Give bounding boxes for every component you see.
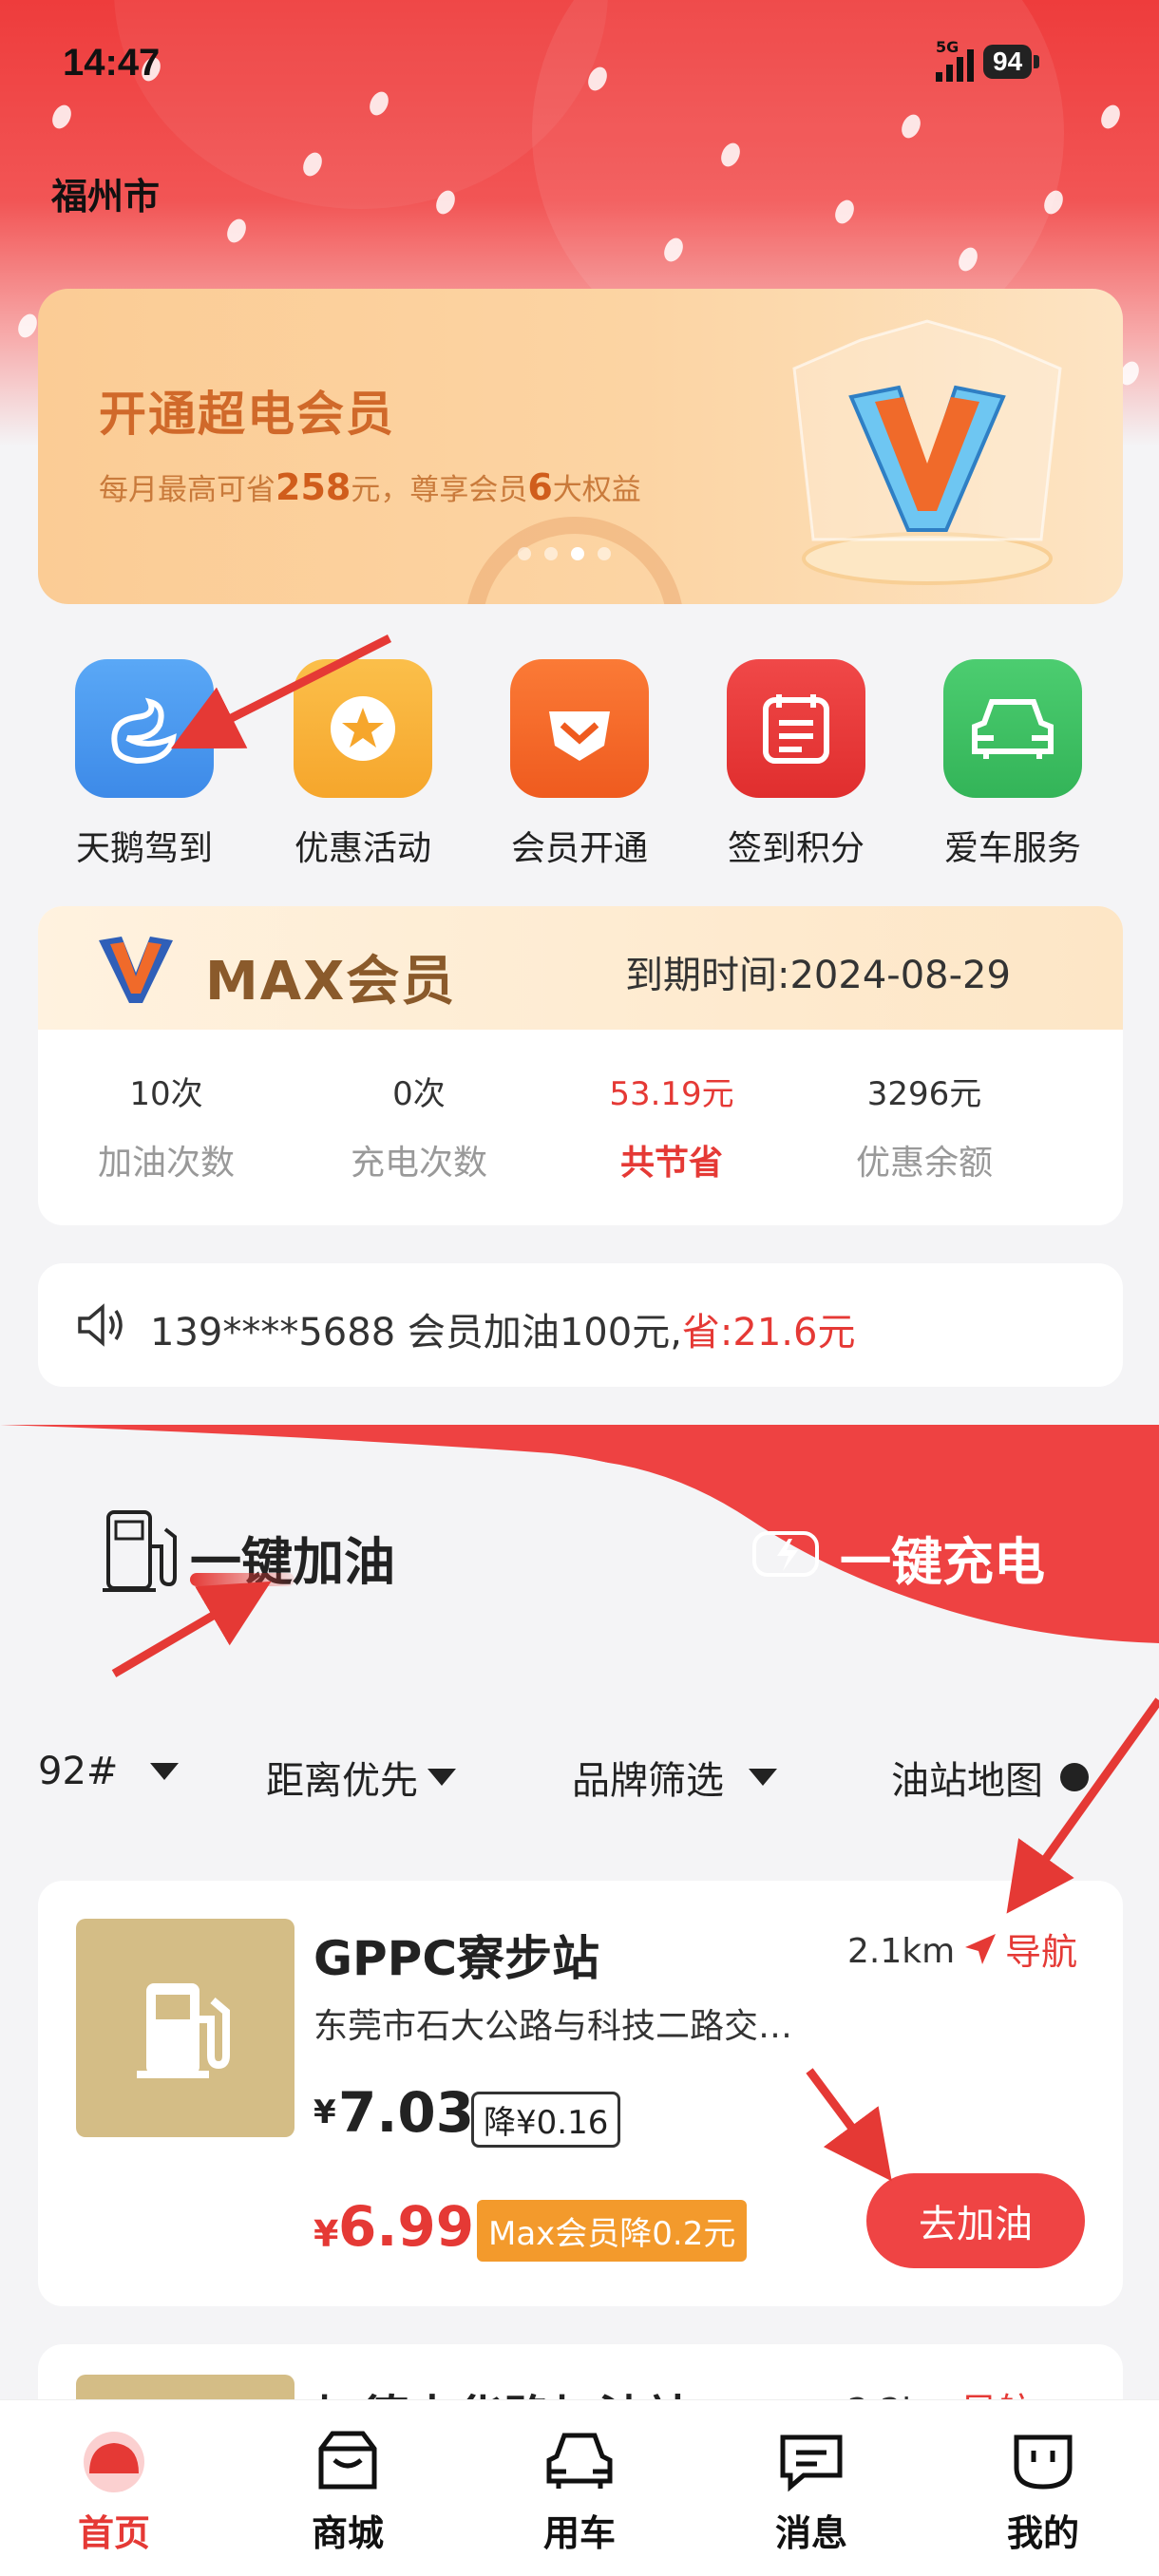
city-selector[interactable]: 福州市 bbox=[51, 167, 160, 219]
navigate-label: 导航 bbox=[1005, 1931, 1078, 1973]
quick-action-car-service[interactable]: 爱车服务 bbox=[927, 659, 1098, 870]
announcement-ticker[interactable]: 139****5688 会员加油100元,省:21.6元 bbox=[38, 1263, 1123, 1387]
map-icon bbox=[1060, 1763, 1089, 1791]
member-card[interactable]: MAX会员 到期时间:2024-08-29 10次 加油次数 0次 充电次数 53.… bbox=[38, 906, 1123, 1225]
station-address: 东莞市石大公路与科技二路交… bbox=[314, 2007, 793, 2046]
status-indicators: 5G 94 bbox=[936, 38, 1040, 82]
member-price-currency: ¥ bbox=[314, 2213, 339, 2255]
membership-banner[interactable]: 开通超电会员 每月最高可省258元，尊享会员6大权益 bbox=[38, 289, 1123, 604]
dropdown-icon bbox=[428, 1769, 456, 1786]
dropdown-icon bbox=[749, 1769, 777, 1786]
quick-action-label: 优惠活动 bbox=[294, 829, 431, 868]
filter-label: 品牌筛选 bbox=[572, 1759, 724, 1803]
nav-messages[interactable]: 消息 bbox=[735, 2426, 887, 2556]
price-currency: ¥ bbox=[314, 2093, 336, 2131]
quick-action-label: 签到积分 bbox=[727, 829, 864, 868]
tab-one-click-charge[interactable]: 一键充电 bbox=[840, 1520, 1045, 1595]
member-price: 6.99 bbox=[338, 2194, 475, 2259]
diamond-icon bbox=[510, 659, 649, 798]
quick-action-swan[interactable]: 天鹅驾到 bbox=[59, 659, 230, 870]
nav-label: 用车 bbox=[542, 2512, 616, 2554]
filter-brand[interactable]: 品牌筛选 bbox=[572, 1750, 777, 1805]
filter-label: 油站地图 bbox=[891, 1759, 1043, 1803]
max-logo-icon bbox=[99, 937, 173, 1003]
nav-label: 商城 bbox=[311, 2512, 384, 2554]
price-drop-badge: 降¥0.16 bbox=[471, 2092, 621, 2148]
car-icon bbox=[943, 659, 1082, 798]
star-icon bbox=[294, 659, 432, 798]
fuel-pump-icon bbox=[103, 1508, 179, 1598]
banner-title: 开通超电会员 bbox=[99, 387, 395, 442]
quick-action-membership[interactable]: 会员开通 bbox=[494, 659, 665, 870]
banner-subtitle: 每月最高可省258元，尊享会员6大权益 bbox=[99, 466, 641, 508]
charge-icon bbox=[750, 1525, 823, 1586]
filter-label: 92# bbox=[38, 1750, 119, 1793]
shop-icon bbox=[310, 2426, 386, 2494]
member-expire: 到期时间:2024-08-29 bbox=[625, 954, 1011, 997]
nav-label: 我的 bbox=[1006, 2512, 1079, 2554]
ticker-text: 139****5688 会员加油100元, bbox=[150, 1311, 682, 1354]
quick-action-label: 天鹅驾到 bbox=[75, 829, 213, 868]
battery-icon: 94 bbox=[983, 45, 1033, 79]
ticker-savings: 省:21.6元 bbox=[681, 1311, 856, 1354]
gas-station-icon bbox=[76, 1919, 294, 2137]
navigate-button[interactable]: 导航 bbox=[961, 1923, 1077, 1975]
station-distance: 2.1km bbox=[847, 1932, 956, 1971]
calendar-icon bbox=[727, 659, 865, 798]
stat-total-saved: 53.19元 共节省 bbox=[609, 1075, 734, 1183]
crown-logo-icon bbox=[792, 319, 1062, 585]
home-icon bbox=[76, 2426, 152, 2494]
message-icon bbox=[773, 2426, 849, 2494]
station-price: 7.03 bbox=[338, 2080, 475, 2145]
status-time: 14:47 bbox=[63, 42, 161, 84]
active-tab-indicator bbox=[190, 1573, 294, 1586]
nav-label: 首页 bbox=[77, 2512, 150, 2554]
dropdown-icon bbox=[150, 1763, 180, 1780]
stat-discount-balance: 3296元 优惠余额 bbox=[855, 1075, 993, 1183]
filter-station-map[interactable]: 油站地图 bbox=[891, 1750, 1089, 1805]
nav-shop[interactable]: 商城 bbox=[272, 2426, 424, 2556]
station-name: GPPC寮步站 bbox=[314, 1931, 600, 1986]
quick-action-label: 会员开通 bbox=[510, 829, 648, 868]
network-type: 5G bbox=[936, 38, 960, 56]
banner-pager bbox=[518, 547, 611, 560]
navigation-arrow-icon bbox=[965, 1933, 996, 1964]
stat-fuel-count: 10次 加油次数 bbox=[97, 1075, 235, 1183]
nav-home[interactable]: 首页 bbox=[38, 2426, 190, 2556]
quick-action-checkin[interactable]: 签到积分 bbox=[711, 659, 882, 870]
nav-car[interactable]: 用车 bbox=[504, 2426, 656, 2556]
stat-charge-count: 0次 充电次数 bbox=[350, 1075, 487, 1183]
speaker-icon bbox=[78, 1303, 123, 1347]
filter-label: 距离优先 bbox=[266, 1759, 418, 1803]
refuel-button[interactable]: 去加油 bbox=[866, 2173, 1085, 2268]
swan-icon bbox=[75, 659, 214, 798]
profile-icon bbox=[1005, 2426, 1081, 2494]
quick-action-promotions[interactable]: 优惠活动 bbox=[277, 659, 448, 870]
quick-action-label: 爱车服务 bbox=[943, 829, 1081, 868]
filter-sort-distance[interactable]: 距离优先 bbox=[266, 1750, 456, 1805]
car-icon bbox=[542, 2426, 618, 2494]
nav-profile[interactable]: 我的 bbox=[967, 2426, 1119, 2556]
member-discount-tag: Max会员降0.2元 bbox=[477, 2200, 748, 2262]
member-title: MAX会员 bbox=[205, 951, 457, 1013]
signal-icon: 5G bbox=[936, 38, 974, 82]
filter-fuel-grade[interactable]: 92# bbox=[38, 1750, 180, 1793]
nav-label: 消息 bbox=[774, 2512, 847, 2554]
